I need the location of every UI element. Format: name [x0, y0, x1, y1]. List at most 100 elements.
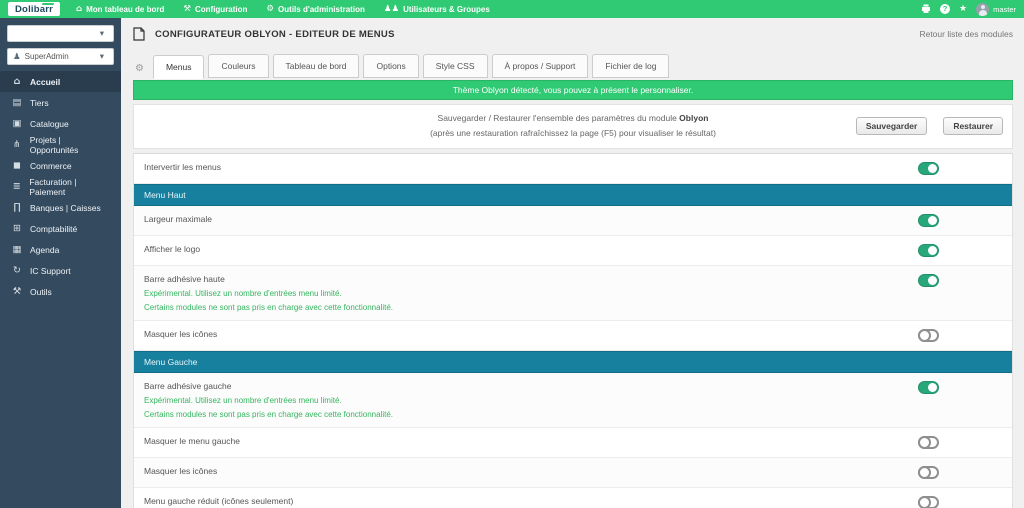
- setting-text: Intervertir les menus: [144, 162, 221, 175]
- sidebar-item-label: Commerce: [30, 160, 72, 171]
- topmenu-item-utilisateurs-groupes[interactable]: ♟♟ Utilisateurs & Groupes: [384, 4, 490, 14]
- setting-text: Masquer les icônes: [144, 466, 217, 479]
- main-content: CONFIGURATEUR OBLYON - EDITEUR DE MENUS …: [121, 18, 1024, 508]
- calculator-icon: ⊞: [13, 223, 21, 234]
- toggle-menu-gauche-r-duit-ic-nes-seulement[interactable]: [918, 495, 939, 508]
- toggle-barre-adh-sive-haute[interactable]: [918, 273, 939, 287]
- topbar-right: ? ★ master: [921, 2, 1016, 16]
- tab-style-css[interactable]: Style CSS: [422, 54, 488, 78]
- toggle-masquer-le-menu-gauche[interactable]: [918, 435, 939, 449]
- sidebar-item-label: Accueil: [30, 76, 61, 87]
- search-select[interactable]: ▾: [7, 25, 114, 42]
- setting-label: Masquer les icônes: [144, 465, 218, 476]
- sidebar-item-label: Banques | Caisses: [30, 202, 101, 213]
- sidebar-item-accueil[interactable]: ⌂ Accueil: [0, 71, 121, 92]
- app-logo[interactable]: Dolibarr: [8, 2, 61, 16]
- home-icon: ⌂: [76, 4, 83, 14]
- top-menu: ⌂ Mon tableau de bord ⚒ Configuration ⚙ Outil…: [76, 4, 921, 14]
- bank-icon: ∏: [13, 202, 21, 213]
- sidebar-item-label: Facturation | Paiement: [29, 176, 77, 197]
- tab-menus[interactable]: Menus: [152, 55, 205, 79]
- setting-note: Certains modules ne sont pas pris en cha…: [144, 302, 394, 312]
- tab-couleurs[interactable]: Couleurs: [208, 54, 269, 78]
- page-header: CONFIGURATEUR OBLYON - EDITEUR DE MENUS …: [133, 27, 1013, 41]
- tab-propos-support[interactable]: À propos / Support: [491, 54, 589, 78]
- toggle-afficher-le-logo[interactable]: [918, 243, 939, 257]
- section-header-menu-gauche: Menu Gauche: [134, 350, 1012, 373]
- topmenu-label: Outils d'administration: [278, 4, 365, 14]
- logo-accent: [42, 3, 55, 5]
- help-icon[interactable]: ?: [940, 4, 950, 14]
- sidebar-item-label: Agenda: [30, 244, 60, 255]
- setting-text: Masquer les icônes: [144, 329, 217, 342]
- setting-text: Menu gauche réduit (icônes seulement): [144, 496, 293, 508]
- toggle-masquer-les-ic-nes[interactable]: [918, 465, 939, 479]
- sidebar-item-facturation-paiement[interactable]: ≣ Facturation | Paiement: [0, 176, 121, 197]
- sidebar-item-outils[interactable]: ⚒ Outils: [0, 281, 121, 302]
- setting-label: Menu gauche réduit (icônes seulement): [144, 495, 294, 506]
- top-navbar: Dolibarr ⌂ Mon tableau de bord ⚒ Configurat…: [0, 0, 1024, 18]
- tab-tableau-de-bord[interactable]: Tableau de bord: [272, 54, 360, 78]
- toggle-masquer-les-ic-nes[interactable]: [918, 328, 939, 342]
- user-menu[interactable]: master: [976, 2, 1016, 16]
- setting-note: Expérimental. Utilisez un nombre d'entré…: [144, 395, 342, 405]
- settings-table: Intervertir les menus Menu Haut Largeur ma…: [133, 152, 1013, 508]
- setting-label: Largeur maximale: [144, 213, 213, 224]
- star-icon[interactable]: ★: [959, 4, 967, 14]
- toggle-barre-adh-sive-gauche[interactable]: [918, 380, 939, 394]
- tab-fichier-de-log[interactable]: Fichier de log: [592, 54, 670, 78]
- sidebar-item-comptabilit[interactable]: ⊞ Comptabilité: [0, 218, 121, 239]
- topmenu-label: Utilisateurs & Groupes: [403, 4, 490, 14]
- avatar: [976, 2, 990, 16]
- section-header-menu-haut: Menu Haut: [134, 183, 1012, 206]
- sidebar-item-label: Catalogue: [30, 118, 69, 129]
- sauvegarder-button[interactable]: Sauvegarder: [855, 117, 928, 136]
- topmenu-item-outils-d-administration[interactable]: ⚙ Outils d'administration: [266, 4, 364, 14]
- users-icon: ♟♟: [383, 4, 400, 14]
- toggle-intervertir-les-menus[interactable]: [918, 161, 939, 175]
- chevron-down-icon: ▾: [99, 51, 104, 62]
- tab-options[interactable]: Options: [363, 54, 419, 78]
- sidebar-item-label: Projets | Opportunités: [29, 134, 79, 155]
- topmenu-item-configuration[interactable]: ⚒ Configuration: [183, 4, 247, 14]
- setting-row-barre-adh-sive-haute: Barre adhésive haute Expérimental. Utilis…: [134, 265, 1012, 321]
- username: master: [993, 4, 1016, 14]
- theme-detected-banner: Thème Oblyon détecté, vous pouvez à prés…: [133, 80, 1013, 100]
- module-name: Oblyon: [679, 113, 709, 123]
- person-icon: ♟: [13, 51, 21, 62]
- sidebar-nav: ⌂ Accueil ▤ Tiers ▣ Catalogue ⋔ Projets | Oppor…: [0, 71, 121, 302]
- setting-text: Barre adhésive haute Expérimental. Utilis…: [144, 274, 393, 312]
- restaurer-button[interactable]: Restaurer: [943, 117, 1003, 136]
- sidebar-item-tiers[interactable]: ▤ Tiers: [0, 92, 121, 113]
- setting-label: Intervertir les menus: [144, 161, 221, 172]
- save-restore-buttons: Sauvegarder Restaurer: [855, 117, 1003, 136]
- page-title: CONFIGURATEUR OBLYON - EDITEUR DE MENUS: [155, 28, 395, 40]
- setting-text: Afficher le logo: [144, 244, 200, 257]
- setting-row-masquer-les-ic-nes: Masquer les icônes: [134, 321, 1012, 351]
- support-icon: ↻: [13, 265, 21, 276]
- topmenu-item-mon-tableau-de-bord[interactable]: ⌂ Mon tableau de bord: [76, 4, 164, 14]
- sidebar-item-ic-support[interactable]: ↻ IC Support: [0, 260, 121, 281]
- toggle-largeur-maximale[interactable]: [918, 213, 939, 227]
- setting-text: Barre adhésive gauche Expérimental. Utili…: [144, 381, 393, 419]
- sidebar-item-commerce[interactable]: ◼ Commerce: [0, 155, 121, 176]
- tabs: Menus Couleurs Tableau de bord Options Style…: [152, 54, 670, 79]
- cube-icon: ▣: [12, 118, 22, 129]
- setting-row-masquer-les-ic-nes: Masquer les icônes: [134, 457, 1012, 488]
- user-select[interactable]: ♟ SuperAdmin ▾: [7, 48, 114, 65]
- setting-note: Expérimental. Utilisez un nombre d'entré…: [144, 288, 342, 298]
- save-restore-panel: Sauvegarder / Restaurer l'ensemble des p…: [133, 104, 1013, 149]
- left-sidebar: ▾ ♟ SuperAdmin ▾ ⌂ Accueil ▤ Tiers ▣ Catalogue…: [0, 18, 121, 508]
- setting-text: Masquer le menu gauche: [144, 436, 240, 449]
- sidebar-item-agenda[interactable]: ▦ Agenda: [0, 239, 121, 260]
- printer-icon[interactable]: [921, 4, 931, 14]
- sidebar-item-banques-caisses[interactable]: ∏ Banques | Caisses: [0, 197, 121, 218]
- module-gear-icon: ⚙: [135, 63, 144, 74]
- sidebar-item-catalogue[interactable]: ▣ Catalogue: [0, 113, 121, 134]
- back-to-modules-link[interactable]: Retour liste des modules: [919, 29, 1013, 39]
- sidebar-item-projets-opportunit-s[interactable]: ⋔ Projets | Opportunités: [0, 134, 121, 155]
- setting-label: Masquer le menu gauche: [144, 435, 240, 446]
- setting-label: Masquer les icônes: [144, 328, 218, 339]
- setting-label: Afficher le logo: [144, 243, 201, 254]
- briefcase-icon: ◼: [13, 160, 21, 171]
